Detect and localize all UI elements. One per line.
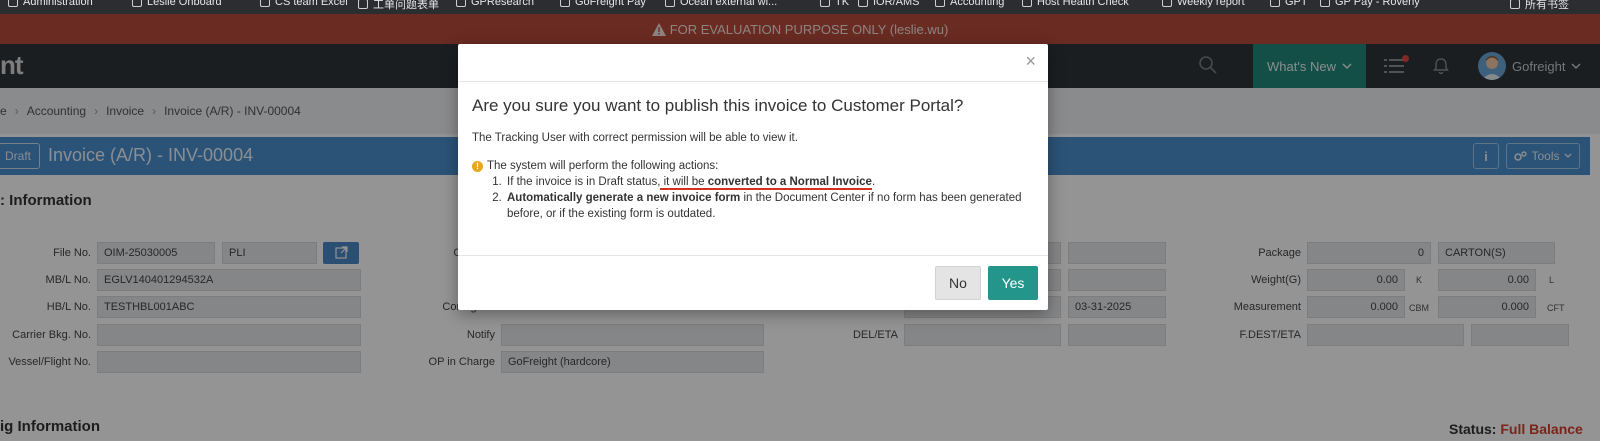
item1-end-text: .	[871, 176, 876, 188]
folder-icon	[665, 0, 675, 7]
bookmark-item[interactable]: IOR/AMS	[858, 0, 919, 8]
highlighted-text: it will be converted to a Normal Invoice	[660, 176, 872, 190]
dialog-footer: No Yes	[458, 255, 1048, 310]
no-button[interactable]: No	[935, 266, 981, 300]
bookmark-item[interactable]: Leslie Onboard	[132, 0, 222, 8]
folder-icon	[1022, 0, 1032, 7]
bookmark-item[interactable]: GoFreight Pay	[560, 0, 646, 8]
bookmark-item[interactable]: Weekly report	[1162, 0, 1245, 8]
folder-icon	[858, 0, 868, 7]
exclamation-icon: !	[472, 160, 483, 172]
dialog-note-text: The system will perform the following ac…	[487, 160, 719, 172]
dialog-title: Are you sure you want to publish this in…	[472, 96, 964, 115]
item1-mid-text: it will be	[660, 176, 708, 188]
folder-icon	[1320, 0, 1330, 7]
folder-icon	[8, 0, 18, 7]
folder-icon	[456, 0, 466, 7]
bookmark-item[interactable]: Administration	[8, 0, 93, 8]
folder-icon	[1510, 0, 1520, 9]
folder-icon	[820, 0, 830, 7]
folder-icon	[935, 0, 945, 7]
bookmark-item[interactable]: GP Pay - Roverly	[1320, 0, 1420, 8]
bookmark-item[interactable]: 所有书签	[1510, 0, 1569, 12]
dialog-description: The Tracking User with correct permissio…	[472, 132, 798, 144]
publish-confirm-dialog: × Are you sure you want to publish this …	[458, 44, 1048, 310]
bookmark-item[interactable]: Host Health Check	[1022, 0, 1129, 8]
list-item: If the invoice is in Draft status, it wi…	[505, 174, 1034, 190]
item1-bold-text: converted to a Normal Invoice	[707, 176, 872, 188]
bookmark-item[interactable]: Ocean external wi...	[665, 0, 777, 8]
folder-icon	[358, 0, 368, 9]
dialog-header: ×	[458, 44, 1048, 82]
dialog-note: ! The system will perform the following …	[472, 160, 1034, 172]
bookmark-item[interactable]: TK	[820, 0, 849, 8]
folder-icon	[260, 0, 270, 7]
folder-icon	[132, 0, 142, 7]
dialog-action-list: If the invoice is in Draft status, it wi…	[505, 174, 1034, 222]
bookmark-item[interactable]: GPResearch	[456, 0, 534, 8]
bookmarks-bar: Administration Leslie Onboard CS team Ex…	[0, 0, 1600, 14]
bookmark-item[interactable]: CS team Excel	[260, 0, 348, 8]
bookmark-item[interactable]: 工单问题表单	[358, 0, 439, 12]
list-item: Automatically generate a new invoice for…	[505, 190, 1034, 222]
dialog-body: Are you sure you want to publish this in…	[458, 82, 1048, 222]
yes-button[interactable]: Yes	[988, 266, 1038, 300]
folder-icon	[1162, 0, 1172, 7]
bookmark-item[interactable]: GPT	[1270, 0, 1308, 8]
bookmark-item[interactable]: Accounting	[935, 0, 1004, 8]
item2-bold-text: Automatically generate a new invoice for…	[507, 192, 741, 204]
close-icon[interactable]: ×	[1025, 52, 1036, 70]
folder-icon	[1270, 0, 1280, 7]
folder-icon	[560, 0, 570, 7]
item1-text: If the invoice is in Draft status,	[507, 176, 661, 188]
